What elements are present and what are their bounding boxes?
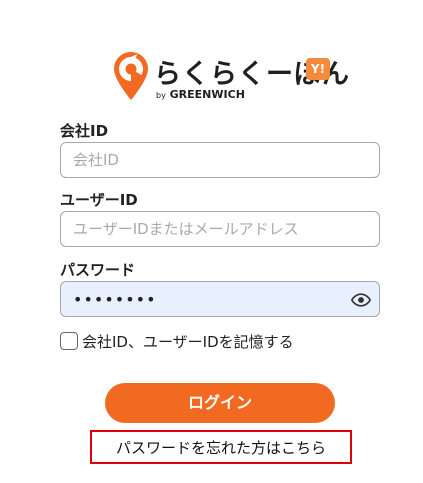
- remember-checkbox[interactable]: [60, 332, 78, 350]
- company-id-input[interactable]: [61, 143, 379, 177]
- remember-label: 会社ID、ユーザーIDを記憶する: [82, 332, 294, 351]
- password-input[interactable]: [61, 282, 379, 316]
- byline-prefix: by: [156, 91, 166, 100]
- eye-icon[interactable]: [351, 290, 371, 310]
- brand-byline: by GREENWICH: [156, 88, 245, 101]
- map-pin-logo-icon: [114, 52, 148, 100]
- forgot-password-box: パスワードを忘れた方はこちら: [90, 430, 352, 464]
- user-id-label: ユーザーID: [60, 191, 138, 209]
- company-id-label: 会社ID: [60, 122, 109, 140]
- brand-badge: Y!: [306, 58, 330, 80]
- user-id-field[interactable]: [60, 211, 380, 247]
- remember-option[interactable]: 会社ID、ユーザーIDを記憶する: [60, 330, 294, 352]
- login-button[interactable]: ログイン: [105, 383, 335, 423]
- forgot-password-link[interactable]: パスワードを忘れた方はこちら: [116, 437, 326, 458]
- password-label: パスワード: [60, 261, 136, 279]
- company-id-field[interactable]: [60, 142, 380, 178]
- brand-logo: らくらくーぽん Y! by GREENWICH: [114, 52, 349, 102]
- password-field[interactable]: [60, 281, 380, 317]
- user-id-input[interactable]: [61, 212, 379, 246]
- byline-company: GREENWICH: [169, 88, 245, 101]
